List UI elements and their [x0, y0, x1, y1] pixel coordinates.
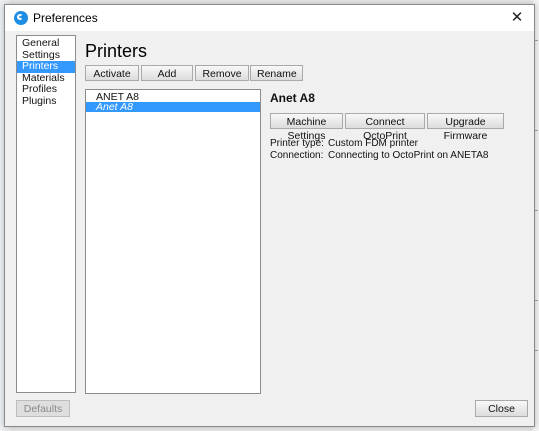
nav-item-printers[interactable]: Printers	[17, 60, 75, 73]
remove-button[interactable]: Remove	[195, 65, 249, 81]
nav-item-plugins[interactable]: Plugins	[17, 95, 75, 108]
cura-app-icon	[14, 11, 28, 25]
nav-item-profiles[interactable]: Profiles	[17, 83, 75, 96]
connection-value: Connecting to OctoPrint on ANETA8	[328, 150, 489, 161]
preferences-nav: General Settings Printers Materials Prof…	[16, 35, 76, 393]
defaults-button[interactable]: Defaults	[16, 400, 70, 417]
printer-list: ANET A8 Anet A8	[85, 89, 261, 394]
rename-button[interactable]: Rename	[250, 65, 303, 81]
window-title: Preferences	[33, 11, 98, 25]
add-button[interactable]: Add	[141, 65, 193, 81]
connect-octoprint-button[interactable]: Connect OctoPrint	[345, 113, 425, 142]
close-icon[interactable]: ✕	[506, 7, 528, 29]
preferences-dialog: Preferences ✕ General Settings Printers …	[4, 4, 535, 427]
printer-list-item-selected[interactable]: Anet A8	[86, 102, 260, 112]
upgrade-firmware-button[interactable]: Upgrade Firmware	[427, 113, 504, 142]
selected-printer-name: Anet A8	[270, 91, 315, 105]
activate-button[interactable]: Activate	[85, 65, 139, 81]
printer-type-label: Printer type:	[270, 138, 324, 149]
machine-settings-button[interactable]: Machine Settings	[270, 113, 343, 142]
nav-item-general[interactable]: General	[17, 37, 75, 50]
page-title: Printers	[85, 41, 148, 61]
close-button[interactable]: Close	[475, 400, 528, 417]
title-bar[interactable]: Preferences ✕	[5, 5, 534, 31]
printer-type-value: Custom FDM printer	[328, 138, 419, 149]
connection-label: Connection:	[270, 150, 324, 161]
